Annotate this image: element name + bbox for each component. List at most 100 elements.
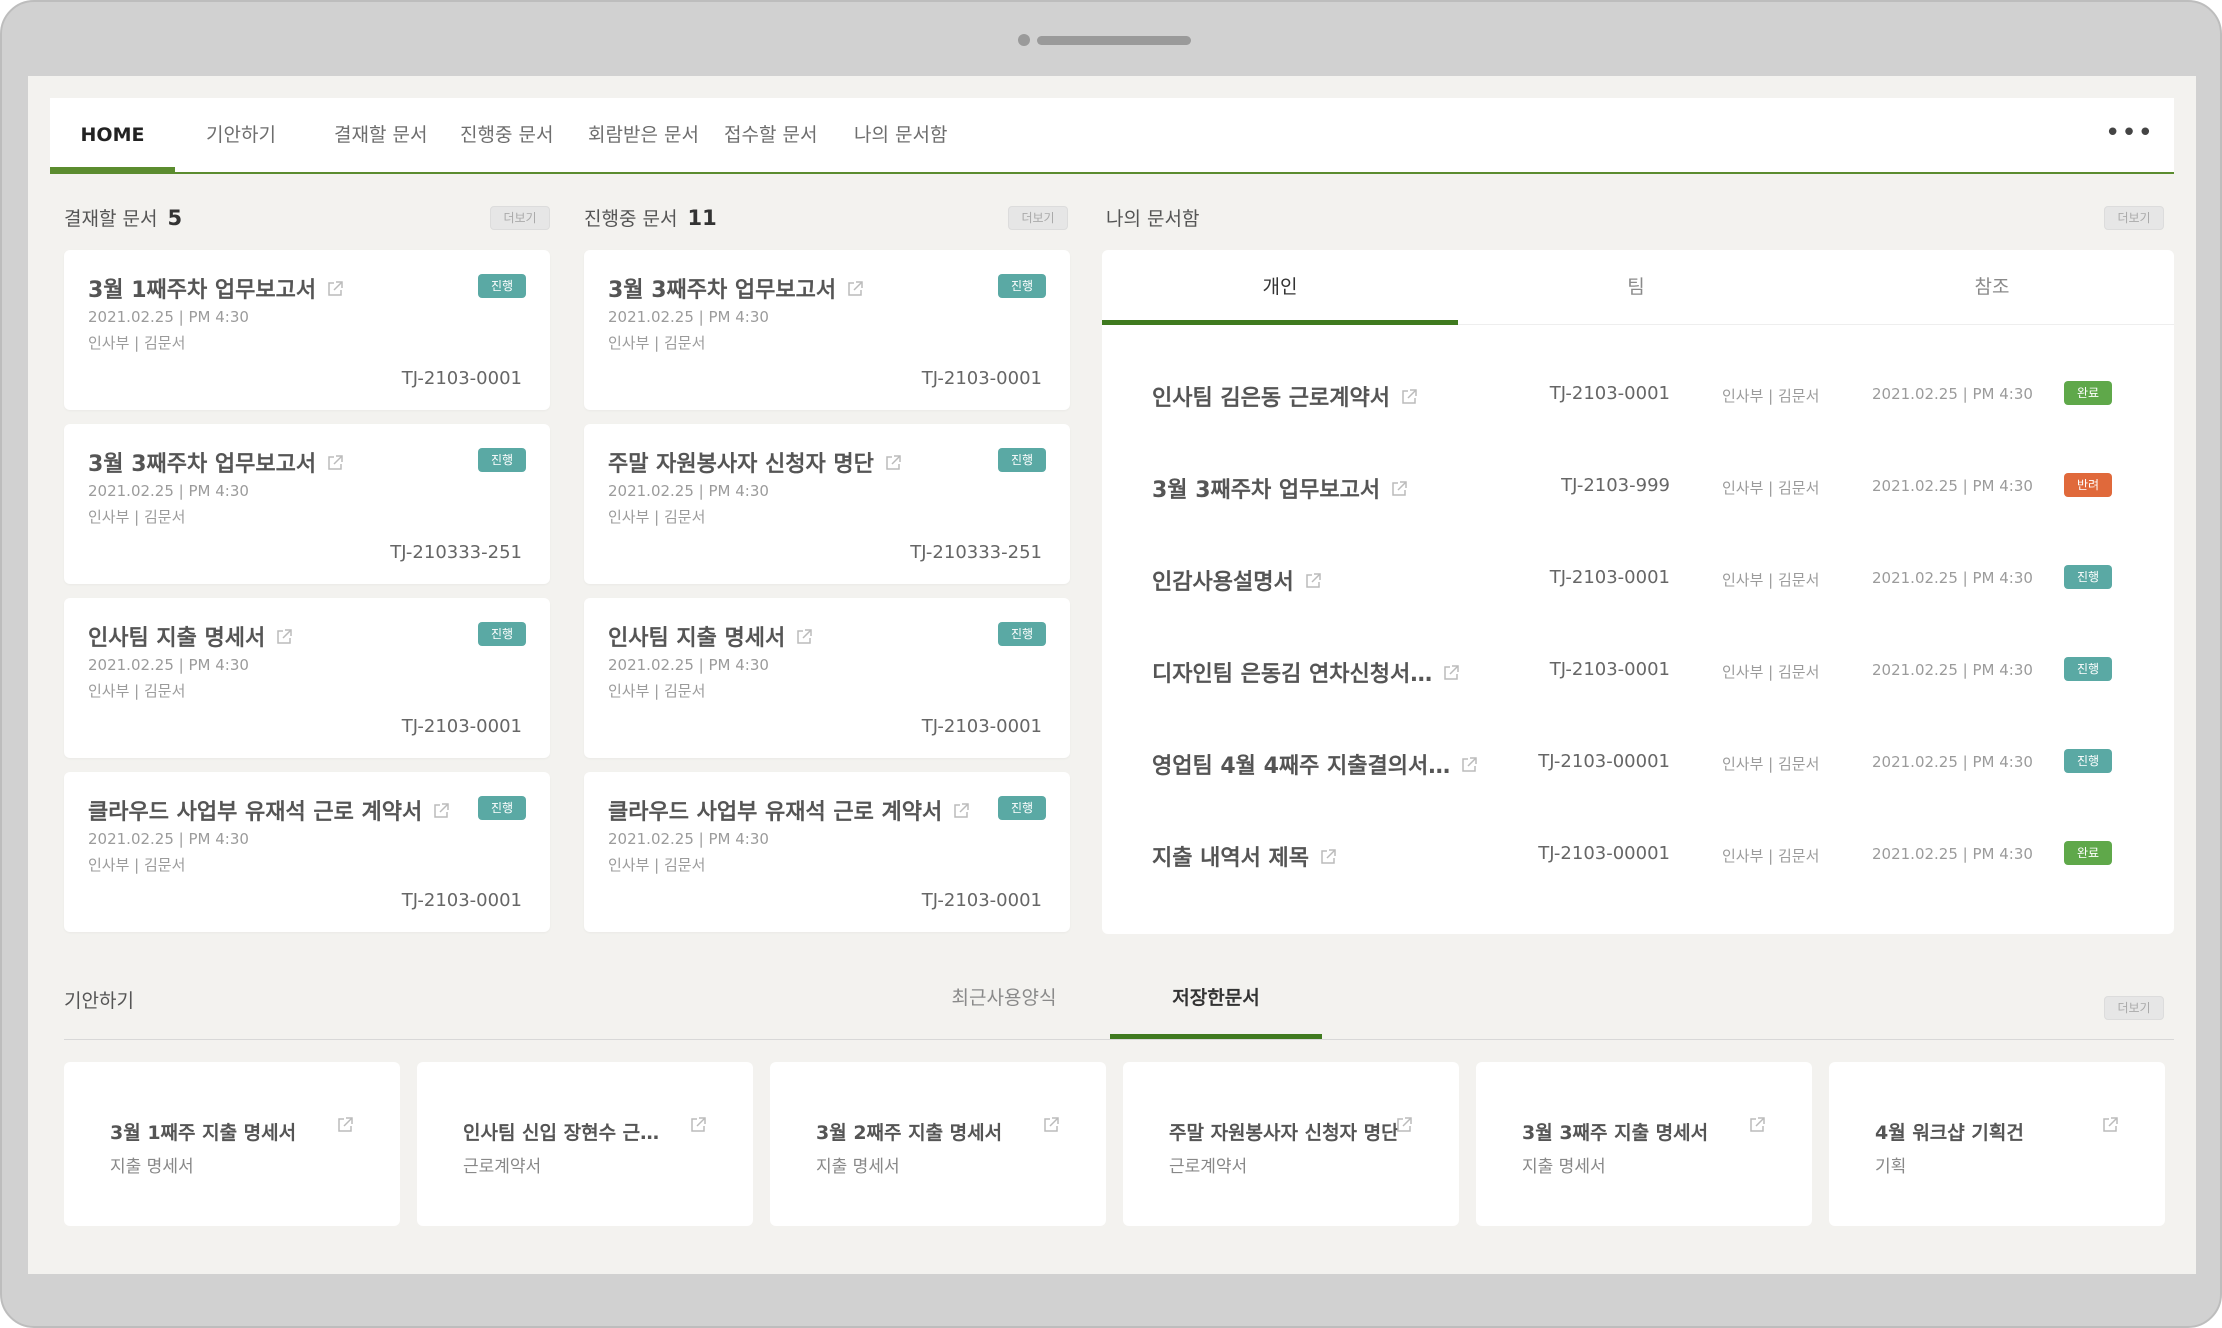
approve-title: 결재할 문서 bbox=[64, 208, 158, 230]
approve-card[interactable]: 클라우드 사업부 유재석 근로 계약서 진행 2021.02.25 | PM 4:3… bbox=[64, 772, 550, 932]
nav-approve[interactable]: 결재할 문서 bbox=[334, 98, 427, 172]
external-link-icon[interactable] bbox=[795, 627, 813, 652]
nav-home[interactable]: HOME bbox=[50, 98, 175, 172]
mydocs-more-button[interactable]: 더보기 bbox=[2104, 206, 2164, 230]
camera-dot bbox=[1018, 34, 1030, 46]
external-link-icon[interactable] bbox=[884, 453, 902, 478]
mydocs-row[interactable]: 디자인팀 은동김 연차신청서… TJ-2103-0001 인사부 | 김문서 2021… bbox=[1102, 642, 2174, 702]
external-link-icon[interactable] bbox=[326, 453, 344, 478]
progress-card[interactable]: 3월 3째주차 업무보고서 진행 2021.02.25 | PM 4:30 인사부 |… bbox=[584, 250, 1070, 410]
card-title: 인사팀 지출 명세서 bbox=[88, 620, 293, 652]
more-dots-icon[interactable]: ••• bbox=[2105, 98, 2154, 172]
progress-card[interactable]: 클라우드 사업부 유재석 근로 계약서 진행 2021.02.25 | PM 4:3… bbox=[584, 772, 1070, 932]
device-frame: HOME 기안하기 결재할 문서 진행중 문서 회람받은 문서 접수할 문서 나… bbox=[0, 0, 2222, 1328]
progress-more-button[interactable]: 더보기 bbox=[1008, 206, 1068, 230]
draft-card[interactable]: 4월 워크샵 기획건 기획 bbox=[1829, 1062, 2165, 1226]
row-title: 인사팀 김은동 근로계약서 bbox=[1152, 380, 1418, 412]
row-dept: 인사부 | 김문서 bbox=[1722, 755, 1820, 773]
card-title-text: 클라우드 사업부 유재석 근로 계약서 bbox=[608, 800, 943, 825]
nav-my-docs[interactable]: 나의 문서함 bbox=[854, 98, 947, 172]
row-title-text: 3월 3째주차 업무보고서 bbox=[1152, 478, 1381, 503]
tab-active-underline bbox=[1102, 320, 1458, 325]
progress-card[interactable]: 인사팀 지출 명세서 진행 2021.02.25 | PM 4:30 인사부 | 김문… bbox=[584, 598, 1070, 758]
draft-card[interactable]: 3월 1째주 지출 명세서 지출 명세서 bbox=[64, 1062, 400, 1226]
card-title-text: 인사팀 지출 명세서 bbox=[88, 626, 266, 651]
external-link-icon[interactable] bbox=[275, 627, 293, 652]
card-title-text: 인사팀 지출 명세서 bbox=[608, 626, 786, 651]
external-link-icon[interactable] bbox=[1400, 387, 1418, 412]
card-doc-code: TJ-210333-251 bbox=[910, 542, 1042, 563]
nav-circulated[interactable]: 회람받은 문서 bbox=[588, 98, 699, 172]
card-date: 2021.02.25 | PM 4:30 bbox=[88, 830, 249, 848]
mydocs-section-title: 나의 문서함 bbox=[1106, 208, 1200, 230]
tab-reference[interactable]: 참조 bbox=[1814, 250, 2170, 326]
row-date: 2021.02.25 | PM 4:30 bbox=[1872, 845, 2033, 863]
approve-card[interactable]: 3월 3째주차 업무보고서 진행 2021.02.25 | PM 4:30 인사부 |… bbox=[64, 424, 550, 584]
status-badge: 진행 bbox=[998, 448, 1046, 472]
external-link-icon[interactable] bbox=[689, 1116, 707, 1138]
nav-receive[interactable]: 접수할 문서 bbox=[724, 98, 817, 172]
approve-card[interactable]: 3월 1째주차 업무보고서 진행 2021.02.25 | PM 4:30 인사부 |… bbox=[64, 250, 550, 410]
mydocs-row[interactable]: 영업팀 4월 4째주 지출결의서… TJ-2103-00001 인사부 | 김문서 2… bbox=[1102, 734, 2174, 794]
external-link-icon[interactable] bbox=[1460, 755, 1478, 780]
draft-card-title: 3월 1째주 지출 명세서 bbox=[110, 1122, 297, 1144]
card-dept: 인사부 | 김문서 bbox=[608, 856, 706, 874]
draft-card-type: 근로계약서 bbox=[1169, 1157, 1248, 1177]
external-link-icon[interactable] bbox=[326, 279, 344, 304]
mydocs-row[interactable]: 3월 3째주차 업무보고서 TJ-2103-999 인사부 | 김문서 2021.02… bbox=[1102, 458, 2174, 518]
tab-recent-forms[interactable]: 최근사용양식 bbox=[898, 978, 1110, 1020]
draft-more-button[interactable]: 더보기 bbox=[2104, 996, 2164, 1020]
draft-card[interactable]: 인사팀 신입 장현수 근… 근로계약서 bbox=[417, 1062, 753, 1226]
progress-card[interactable]: 주말 자원봉사자 신청자 명단 진행 2021.02.25 | PM 4:30 인사부… bbox=[584, 424, 1070, 584]
card-title: 3월 3째주차 업무보고서 bbox=[608, 272, 864, 304]
external-link-icon[interactable] bbox=[1319, 847, 1337, 872]
row-doc-code: TJ-2103-0001 bbox=[1549, 383, 1670, 404]
external-link-icon[interactable] bbox=[952, 801, 970, 826]
draft-card-type: 지출 명세서 bbox=[816, 1157, 900, 1177]
status-badge: 진행 bbox=[478, 622, 526, 646]
top-nav: HOME 기안하기 결재할 문서 진행중 문서 회람받은 문서 접수할 문서 나… bbox=[50, 98, 2174, 174]
card-title-text: 3월 3째주차 업무보고서 bbox=[88, 452, 317, 477]
external-link-icon[interactable] bbox=[846, 279, 864, 304]
external-link-icon[interactable] bbox=[432, 801, 450, 826]
status-badge: 반려 bbox=[2064, 473, 2112, 497]
card-title-text: 클라우드 사업부 유재석 근로 계약서 bbox=[88, 800, 423, 825]
status-badge: 진행 bbox=[2064, 657, 2112, 681]
approve-card[interactable]: 인사팀 지출 명세서 진행 2021.02.25 | PM 4:30 인사부 | 김문… bbox=[64, 598, 550, 758]
external-link-icon[interactable] bbox=[1390, 479, 1408, 504]
external-link-icon[interactable] bbox=[1442, 663, 1460, 688]
row-dept: 인사부 | 김문서 bbox=[1722, 663, 1820, 681]
row-title-text: 지출 내역서 제목 bbox=[1152, 846, 1309, 871]
card-date: 2021.02.25 | PM 4:30 bbox=[608, 482, 769, 500]
mydocs-row[interactable]: 인감사용설명서 TJ-2103-0001 인사부 | 김문서 2021.02.25 |… bbox=[1102, 550, 2174, 610]
external-link-icon[interactable] bbox=[1042, 1116, 1060, 1138]
tab-personal[interactable]: 개인 bbox=[1102, 250, 1458, 326]
tab-saved-docs[interactable]: 저장한문서 bbox=[1110, 978, 1322, 1020]
row-date: 2021.02.25 | PM 4:30 bbox=[1872, 661, 2033, 679]
draft-card[interactable]: 주말 자원봉사자 신청자 명단 근로계약서 bbox=[1123, 1062, 1459, 1226]
card-date: 2021.02.25 | PM 4:30 bbox=[608, 656, 769, 674]
external-link-icon[interactable] bbox=[2101, 1116, 2119, 1138]
status-badge: 진행 bbox=[2064, 565, 2112, 589]
status-badge: 완료 bbox=[2064, 841, 2112, 865]
external-link-icon[interactable] bbox=[1748, 1116, 1766, 1138]
card-title: 주말 자원봉사자 신청자 명단 bbox=[608, 446, 902, 478]
approve-more-button[interactable]: 더보기 bbox=[490, 206, 550, 230]
mydocs-row[interactable]: 지출 내역서 제목 TJ-2103-00001 인사부 | 김문서 2021.02.2… bbox=[1102, 826, 2174, 886]
external-link-icon[interactable] bbox=[336, 1116, 354, 1138]
row-doc-code: TJ-2103-0001 bbox=[1549, 659, 1670, 680]
status-badge: 완료 bbox=[2064, 381, 2112, 405]
draft-card[interactable]: 3월 2째주 지출 명세서지출 명세서 bbox=[770, 1062, 1106, 1226]
tab-team[interactable]: 팀 bbox=[1458, 250, 1814, 326]
nav-in-progress[interactable]: 진행중 문서 bbox=[460, 98, 553, 172]
nav-draft[interactable]: 기안하기 bbox=[206, 98, 276, 172]
draft-card-type: 기획 bbox=[1875, 1157, 1907, 1177]
row-title-text: 영업팀 4월 4째주 지출결의서… bbox=[1152, 754, 1451, 779]
mydocs-row[interactable]: 인사팀 김은동 근로계약서 TJ-2103-0001 인사부 | 김문서 2021.0… bbox=[1102, 366, 2174, 426]
status-badge: 진행 bbox=[998, 274, 1046, 298]
card-dept: 인사부 | 김문서 bbox=[88, 334, 186, 352]
draft-card-title: 3월 2째주 지출 명세서 bbox=[816, 1122, 1003, 1144]
external-link-icon[interactable] bbox=[1304, 571, 1322, 596]
external-link-icon[interactable] bbox=[1395, 1116, 1413, 1138]
draft-card[interactable]: 3월 3째주 지출 명세서 지출 명세서 bbox=[1476, 1062, 1812, 1226]
